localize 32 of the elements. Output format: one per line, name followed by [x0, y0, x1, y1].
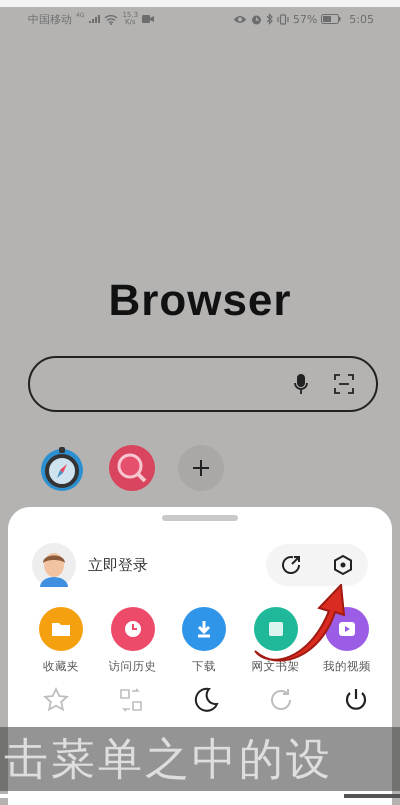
- subtitle-text: 击菜单之中的设: [4, 732, 333, 786]
- menu-item[interactable]: 收藏夹: [30, 607, 92, 674]
- battery-percent: 57%: [292, 12, 318, 26]
- clock-time: 5:05: [349, 12, 374, 26]
- scan-icon: [334, 374, 354, 394]
- menu-item[interactable]: 网文书架: [244, 607, 306, 674]
- add-shortcut-button[interactable]: [178, 445, 224, 491]
- share-button[interactable]: [280, 554, 302, 576]
- carrier-name: 中国移动: [28, 12, 72, 26]
- alarm-icon: [250, 14, 262, 24]
- wifi-icon: [104, 14, 118, 24]
- magnifier-icon: [108, 444, 156, 492]
- menu-item[interactable]: 访问历史: [102, 607, 164, 674]
- settings-button[interactable]: [332, 554, 354, 576]
- compass-icon: [38, 444, 86, 492]
- eye-icon: [232, 14, 247, 24]
- share-icon: [280, 554, 302, 576]
- login-link[interactable]: 立即登录: [88, 556, 148, 574]
- settings-icon: [332, 554, 354, 576]
- battery-icon: [321, 14, 342, 24]
- signal-icon: [88, 14, 100, 24]
- search-field[interactable]: [28, 356, 378, 412]
- avatar-icon: [32, 543, 76, 587]
- browser-logo: Browser: [108, 276, 292, 326]
- plus-icon: [191, 458, 211, 478]
- drag-handle[interactable]: [162, 515, 238, 521]
- microphone-icon: [294, 373, 308, 395]
- vibrate-icon: [276, 14, 289, 24]
- moon-icon[interactable]: [192, 686, 220, 714]
- bluetooth-icon: [266, 13, 273, 25]
- menu-item[interactable]: 下载: [173, 607, 235, 674]
- camera-icon: [142, 15, 154, 23]
